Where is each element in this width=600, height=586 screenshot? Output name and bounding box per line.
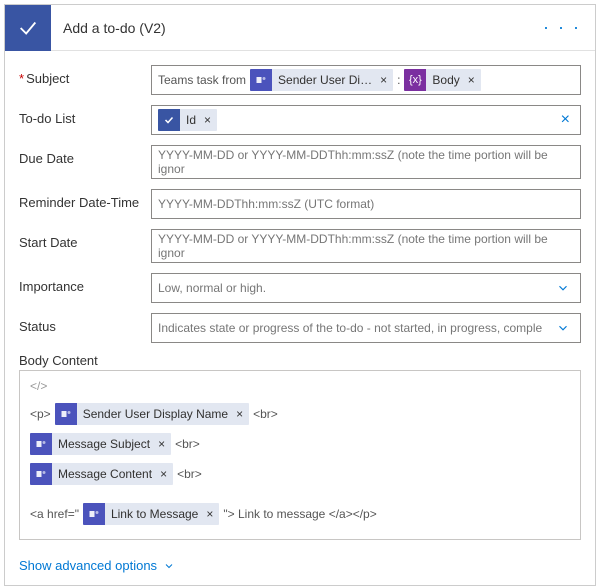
outlook-icon [158,109,180,131]
card-menu-button[interactable]: · · · [529,17,595,38]
row-reminder: Reminder Date-Time YYYY-MM-DDThh:mm:ssZ … [19,189,581,219]
select-importance[interactable]: Low, normal or high. [151,273,581,303]
input-bodycontent[interactable]: </> <p> Sender User Display Name × <br> [19,370,581,540]
label-duedate: Due Date [19,145,151,166]
chevron-down-icon [552,321,574,335]
token-label: Id [180,113,202,127]
code-text: <br> [177,467,202,481]
label-startdate: Start Date [19,229,151,250]
code-text: <br> [175,437,200,451]
input-startdate[interactable]: YYYY-MM-DD or YYYY-MM-DDThh:mm:ssZ (note… [151,229,581,263]
token-remove[interactable]: × [202,113,217,127]
row-duedate: Due Date YYYY-MM-DD or YYYY-MM-DDThh:mm:… [19,145,581,179]
teams-icon [83,503,105,525]
token-label: Message Content [52,467,158,481]
row-status: Status Indicates state or progress of th… [19,313,581,343]
token-label: Sender User Di… [272,73,378,87]
action-card: Add a to-do (V2) · · · Subject Teams tas… [4,4,596,586]
label-reminder: Reminder Date-Time [19,189,151,210]
code-text: <a href=" [30,507,79,521]
token-label: Body [426,73,465,87]
token-remove[interactable]: × [158,467,173,481]
row-importance: Importance Low, normal or high. [19,273,581,303]
teams-icon [250,69,272,91]
token-id[interactable]: Id × [158,109,217,131]
subject-separator: : [397,73,400,87]
token-remove[interactable]: × [466,73,481,87]
label-todolist: To-do List [19,105,151,126]
variable-icon: {x} [404,69,426,91]
token-message-subject[interactable]: Message Subject × [30,433,171,455]
token-label: Link to Message [105,507,204,521]
teams-icon [30,463,52,485]
code-text: "> Link to message </a></p> [223,507,376,521]
label-subject: Subject [19,65,151,86]
teams-icon [30,433,52,455]
select-status[interactable]: Indicates state or progress of the to-do… [151,313,581,343]
label-importance: Importance [19,273,151,294]
token-sender-display-name[interactable]: Sender User Display Name × [55,403,249,425]
body-line-1: <p> Sender User Display Name × <br> [28,399,572,429]
row-subject: Subject Teams task from Sender User Di… … [19,65,581,95]
input-reminder[interactable]: YYYY-MM-DDThh:mm:ssZ (UTC format) [151,189,581,219]
row-todolist: To-do List Id × × [19,105,581,135]
card-header: Add a to-do (V2) · · · [5,5,595,51]
row-startdate: Start Date YYYY-MM-DD or YYYY-MM-DDThh:m… [19,229,581,263]
status-placeholder: Indicates state or progress of the to-do… [158,321,542,335]
clear-field-button[interactable]: × [557,111,574,129]
body-line-2: Message Subject × <br> [28,429,572,459]
token-sender-user[interactable]: Sender User Di… × [250,69,393,91]
chevron-down-icon [163,560,175,572]
token-label: Message Subject [52,437,156,451]
token-remove[interactable]: × [156,437,171,451]
checkmark-icon [17,17,39,39]
code-mode-icon[interactable]: </> [28,377,572,399]
input-duedate[interactable]: YYYY-MM-DD or YYYY-MM-DDThh:mm:ssZ (note… [151,145,581,179]
show-advanced-options[interactable]: Show advanced options [5,548,175,585]
code-text: <br> [253,407,278,421]
token-label: Sender User Display Name [77,407,234,421]
advanced-label: Show advanced options [19,558,157,573]
importance-placeholder: Low, normal or high. [158,281,266,295]
card-body: Subject Teams task from Sender User Di… … [5,51,595,548]
card-title: Add a to-do (V2) [51,20,529,36]
token-remove[interactable]: × [378,73,393,87]
label-status: Status [19,313,151,334]
input-todolist[interactable]: Id × × [151,105,581,135]
token-body[interactable]: {x} Body × [404,69,480,91]
code-text: <p> [30,407,51,421]
token-message-content[interactable]: Message Content × [30,463,173,485]
teams-icon [55,403,77,425]
token-remove[interactable]: × [204,507,219,521]
input-subject[interactable]: Teams task from Sender User Di… × : {x} … [151,65,581,95]
chevron-down-icon [552,281,574,295]
token-link-to-message[interactable]: Link to Message × [83,503,219,525]
token-remove[interactable]: × [234,407,249,421]
body-line-3: Message Content × <br> [28,459,572,489]
subject-prefix-text: Teams task from [158,73,246,87]
label-bodycontent: Body Content [19,353,581,368]
body-line-link: <a href=" Link to Message × "> Link to m… [28,499,572,529]
header-app-icon [5,5,51,51]
